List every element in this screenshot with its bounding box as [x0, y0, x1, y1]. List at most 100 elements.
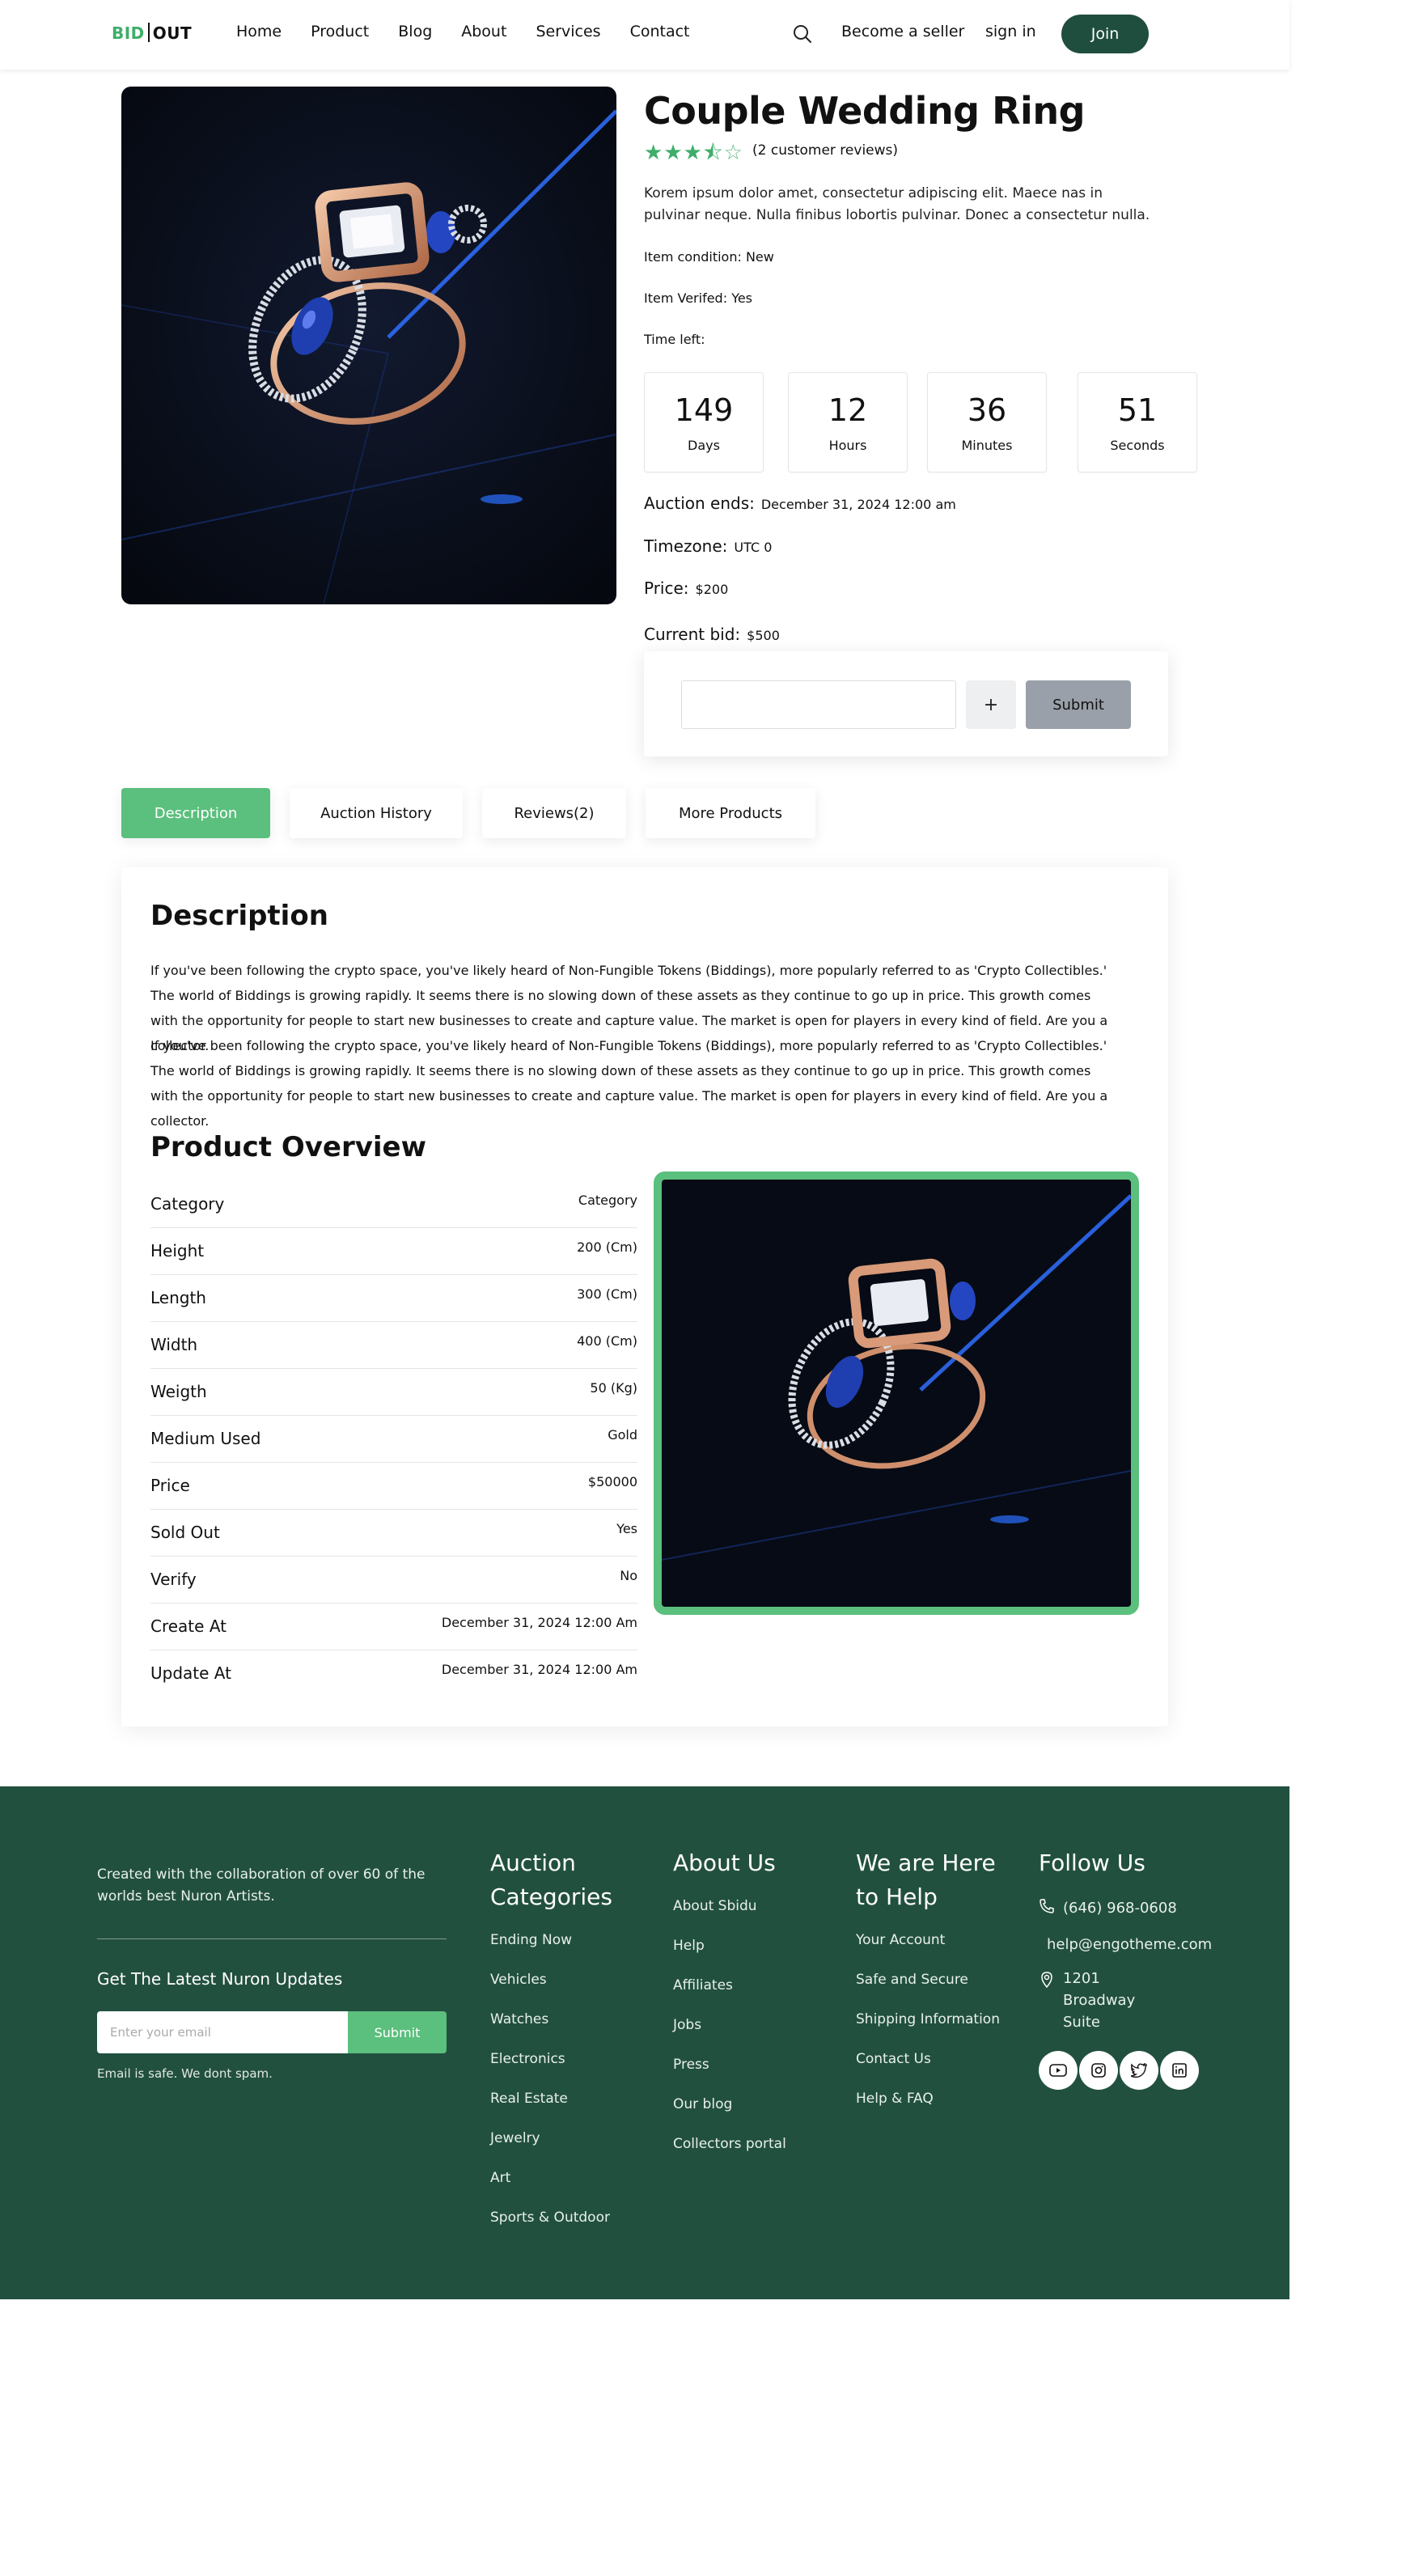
footer-help: We are Here to Help Your Account Safe an… [856, 1846, 1014, 2130]
footer-link[interactable]: Watches [490, 2011, 636, 2051]
footer-column-heading: We are Here to Help [856, 1849, 996, 1910]
spec-key: Weigth [150, 1382, 207, 1401]
spec-value: 200 (Cm) [577, 1239, 637, 1255]
footer-link[interactable]: Affiliates [673, 1977, 835, 2017]
timezone: Timezone: UTC 0 [644, 536, 772, 556]
newsletter-submit-button[interactable]: Submit [348, 2011, 447, 2053]
linkedin-icon[interactable] [1160, 2051, 1199, 2090]
spec-row: Sold Out Yes [150, 1510, 637, 1557]
footer-link[interactable]: Ending Now [490, 1932, 636, 1972]
current-bid: Current bid: $500 [644, 625, 780, 644]
footer-auction-categories: Auction Categories Ending Now Vehicles W… [490, 1846, 636, 2249]
logo-bid: BID [112, 23, 145, 43]
rating-stars: ★★★⯪☆ [644, 138, 743, 173]
spec-key: Sold Out [150, 1523, 220, 1542]
timer-minutes: 36 Minutes [927, 372, 1047, 472]
tab-reviews[interactable]: Reviews(2) [482, 788, 626, 838]
youtube-icon[interactable] [1039, 2051, 1078, 2090]
footer-link[interactable]: Our blog [673, 2096, 835, 2136]
price: Price: $200 [644, 578, 728, 598]
spec-value: 300 (Cm) [577, 1286, 637, 1302]
footer-link[interactable]: Jewelry [490, 2130, 636, 2170]
overview-heading: Product Overview [150, 1131, 427, 1163]
spec-row: Width 400 (Cm) [150, 1322, 637, 1369]
footer-link[interactable]: Safe and Secure [856, 1972, 1014, 2011]
nav-services[interactable]: Services [536, 23, 600, 40]
spec-key: Height [150, 1241, 205, 1260]
current-bid-value: $500 [747, 628, 780, 643]
newsletter-heading: Get The Latest Nuron Updates [97, 1969, 343, 1989]
tab-description[interactable]: Description [121, 788, 270, 838]
footer-link[interactable]: Press [673, 2057, 835, 2096]
footer-link[interactable]: Collectors portal [673, 2136, 835, 2176]
contact-email: help@engotheme.com [1047, 1936, 1213, 1953]
bid-amount-input[interactable] [681, 680, 956, 729]
footer-column-heading: Auction Categories [490, 1849, 612, 1910]
price-label: Price: [644, 578, 689, 598]
spec-value: Category [578, 1193, 637, 1208]
spec-value: December 31, 2024 12:00 Am [441, 1615, 637, 1630]
instagram-icon[interactable] [1079, 2051, 1118, 2090]
timezone-value: UTC 0 [734, 540, 773, 555]
description-paragraph: If you've been following the crypto spac… [150, 1038, 1108, 1129]
footer-link[interactable]: Art [490, 2170, 636, 2210]
half-star-icon: ⯪ [702, 141, 724, 165]
logo-divider [147, 23, 150, 42]
spec-row: Length 300 (Cm) [150, 1275, 637, 1322]
spec-value: 50 (Kg) [590, 1380, 637, 1396]
spec-value: Gold [608, 1427, 637, 1443]
auction-ends: Auction ends: December 31, 2024 12:00 am [644, 494, 956, 513]
nav-about[interactable]: About [461, 23, 506, 40]
reviews-count[interactable]: (2 customer reviews) [752, 142, 898, 159]
description-heading: Description [150, 900, 328, 932]
site-footer: Created with the collaboration of over 6… [0, 1786, 1289, 2299]
footer-about: Created with the collaboration of over 6… [97, 1866, 426, 1904]
spec-row: Verify No [150, 1557, 637, 1604]
footer-column-heading: Follow Us [1039, 1849, 1145, 1876]
footer-link[interactable]: Real Estate [490, 2091, 636, 2130]
spec-row: Height 200 (Cm) [150, 1228, 637, 1275]
price-value: $200 [695, 582, 729, 597]
footer-link[interactable]: Help & FAQ [856, 2091, 1014, 2130]
spec-key: Price [150, 1476, 190, 1495]
spec-row: Update At December 31, 2024 12:00 Am [150, 1650, 637, 1697]
footer-email[interactable]: help@engotheme.com [1039, 1936, 1225, 1953]
timer-value: 12 [828, 392, 868, 428]
empty-star-icon: ☆ [723, 141, 743, 165]
join-button[interactable]: Join [1061, 15, 1149, 53]
footer-link[interactable]: About Sbidu [673, 1898, 835, 1938]
sign-in-link[interactable]: sign in [985, 23, 1036, 40]
nav-home[interactable]: Home [236, 23, 282, 40]
footer-phone[interactable]: (646) 968-0608 [1039, 1898, 1225, 1918]
footer-about-us: About Us About Sbidu Help Affiliates Job… [673, 1846, 835, 2176]
timer-hours: 12 Hours [788, 372, 908, 472]
footer-link[interactable]: Shipping Information [856, 2011, 1014, 2051]
timer-value: 149 [674, 392, 734, 428]
spec-key: Medium Used [150, 1429, 261, 1448]
footer-link[interactable]: Your Account [856, 1932, 1014, 1972]
footer-link[interactable]: Help [673, 1938, 835, 1977]
increase-bid-button[interactable]: + [966, 680, 1016, 729]
newsletter-email-input[interactable] [97, 2011, 348, 2053]
submit-bid-button[interactable]: Submit [1026, 680, 1131, 729]
nav-product[interactable]: Product [311, 23, 369, 40]
spam-note: Email is safe. We dont spam. [97, 2066, 273, 2081]
footer-address: 1201 Broadway Suite [1039, 1970, 1225, 2033]
site-header: BID OUT Home Product Blog About Services … [0, 0, 1289, 70]
address-text: 1201 Broadway Suite [1063, 1970, 1136, 2031]
timer-seconds: 51 Seconds [1078, 372, 1197, 472]
logo[interactable]: BID OUT [112, 23, 192, 43]
nav-contact[interactable]: Contact [630, 23, 690, 40]
tab-more-products[interactable]: More Products [646, 788, 815, 838]
spec-key: Category [150, 1194, 225, 1214]
footer-link[interactable]: Electronics [490, 2051, 636, 2091]
footer-link[interactable]: Contact Us [856, 2051, 1014, 2091]
become-seller-link[interactable]: Become a seller [841, 23, 964, 40]
footer-link[interactable]: Vehicles [490, 1972, 636, 2011]
footer-link[interactable]: Sports & Outdoor [490, 2210, 636, 2249]
search-icon[interactable] [791, 23, 814, 45]
nav-blog[interactable]: Blog [398, 23, 432, 40]
footer-link[interactable]: Jobs [673, 2017, 835, 2057]
tab-auction-history[interactable]: Auction History [290, 788, 463, 838]
twitter-icon[interactable] [1120, 2051, 1158, 2090]
